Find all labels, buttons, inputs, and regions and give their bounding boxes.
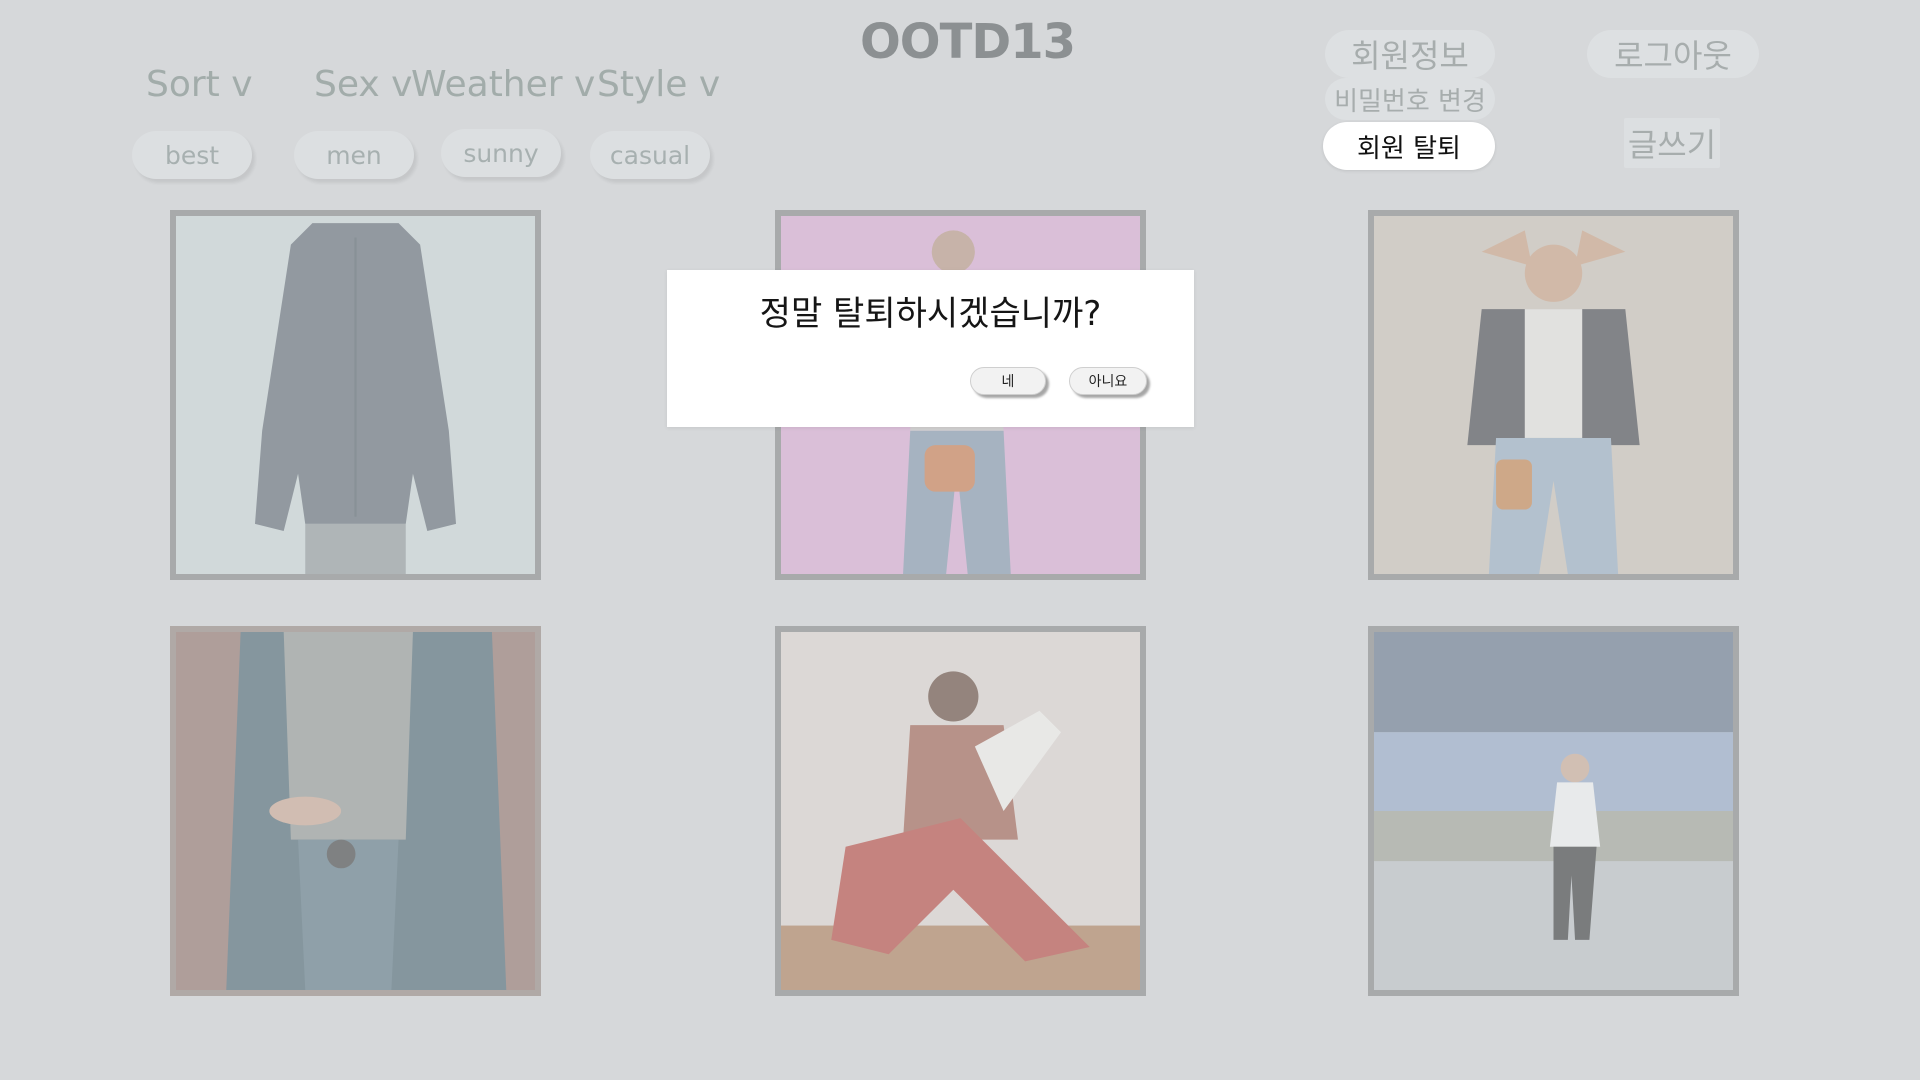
main-page: OOTD13 Sort v Sex v Weather v Style v be… [0, 0, 1920, 1080]
photo-veil [1374, 216, 1733, 574]
outfit-photo-5[interactable] [775, 626, 1146, 996]
logout-link[interactable]: 로그아웃 [1587, 30, 1759, 78]
weather-chip-sunny[interactable]: sunny [441, 129, 561, 177]
confirm-no-button[interactable]: 아니요 [1069, 367, 1147, 395]
withdraw-confirm-dialog: 정말 탈퇴하시겠습니까? 네 아니요 [667, 270, 1194, 427]
outfit-photo-1[interactable] [170, 210, 541, 580]
write-post-link[interactable]: 글쓰기 [1624, 118, 1720, 168]
dialog-message: 정말 탈퇴하시겠습니까? [759, 294, 1102, 334]
outfit-photo-6[interactable] [1368, 626, 1739, 996]
photo-veil [176, 632, 535, 990]
style-chip-casual[interactable]: casual [590, 131, 710, 179]
photo-veil [781, 632, 1140, 990]
outfit-photo-3[interactable] [1368, 210, 1739, 580]
weather-dropdown[interactable]: Weather v [411, 64, 595, 105]
confirm-yes-button[interactable]: 네 [970, 367, 1046, 395]
outfit-photo-4[interactable] [170, 626, 541, 996]
change-password-link[interactable]: 비밀번호 변경 [1325, 78, 1495, 120]
withdraw-link[interactable]: 회원 탈퇴 [1323, 122, 1495, 170]
profile-link[interactable]: 회원정보 [1325, 30, 1495, 78]
sex-chip-men[interactable]: men [294, 131, 414, 179]
sex-dropdown[interactable]: Sex v [314, 64, 412, 105]
photo-veil [1374, 632, 1733, 990]
app-logo[interactable]: OOTD13 [860, 14, 1076, 70]
sort-chip-best[interactable]: best [132, 131, 252, 179]
sort-dropdown[interactable]: Sort v [146, 64, 253, 105]
photo-veil [176, 216, 535, 574]
style-dropdown[interactable]: Style v [597, 64, 720, 105]
